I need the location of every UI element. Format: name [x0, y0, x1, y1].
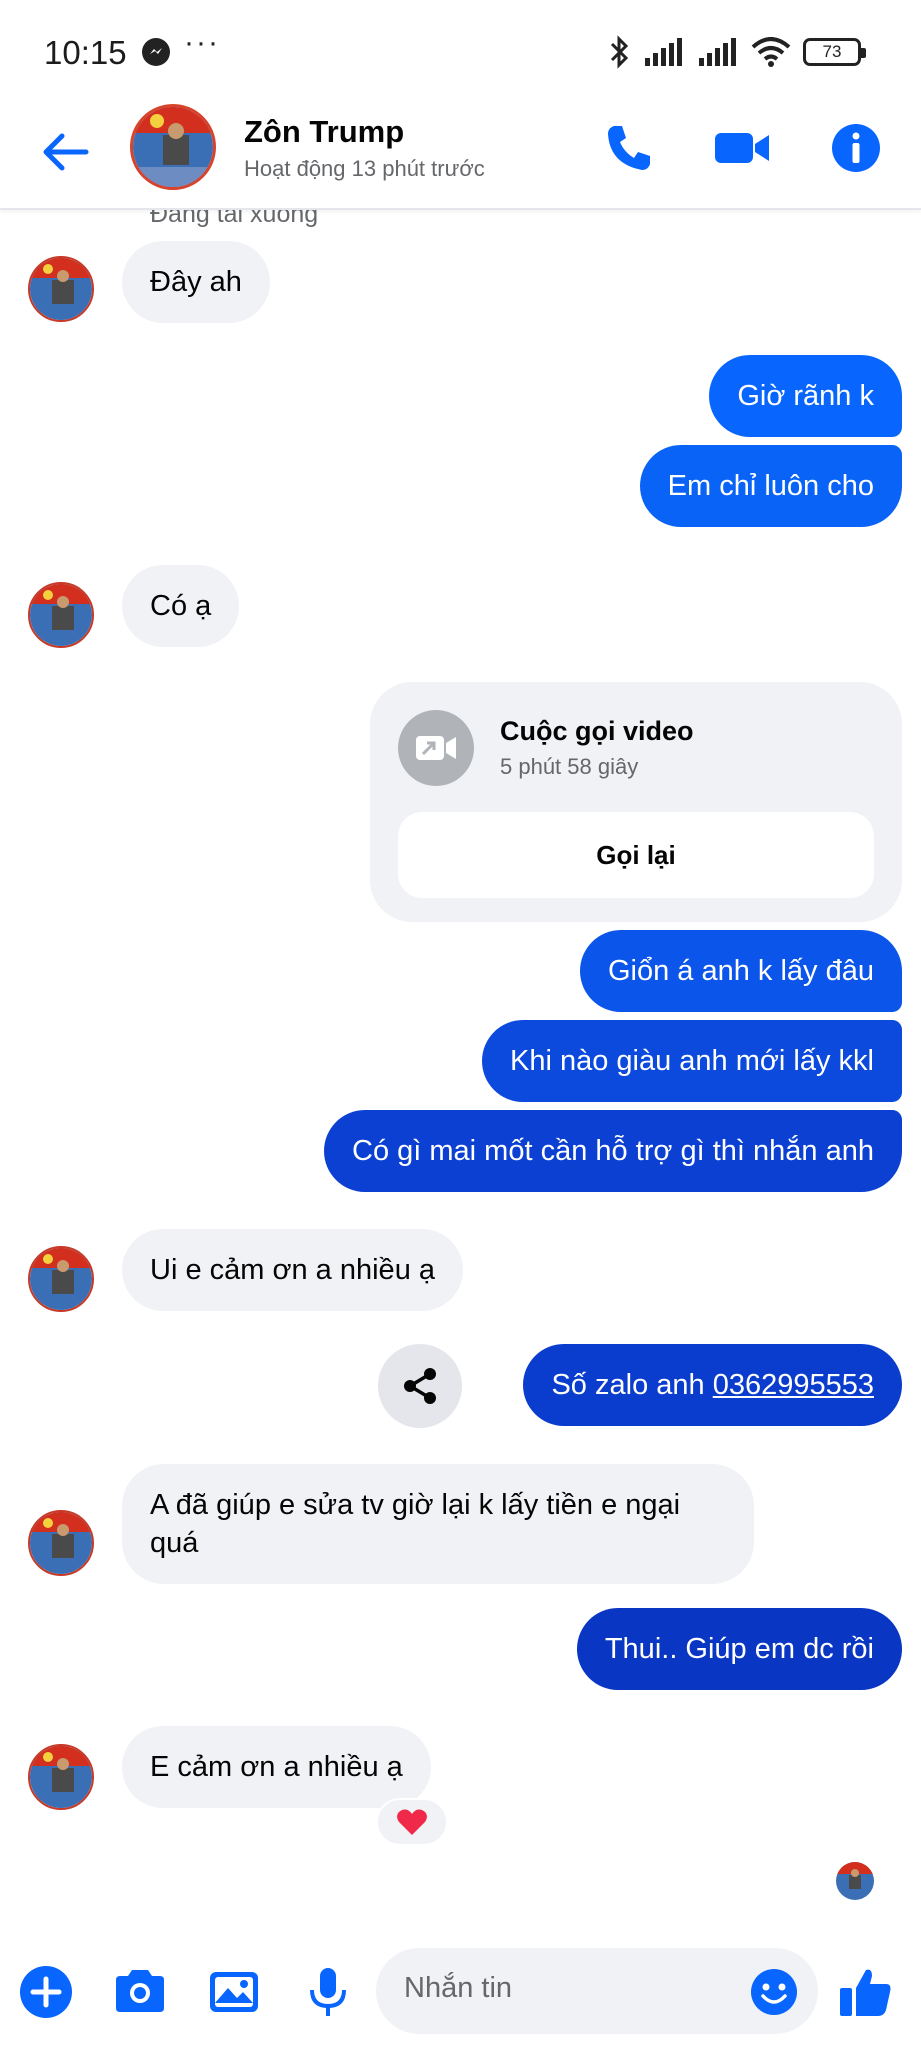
bluetooth-icon — [610, 35, 629, 69]
more-notifications-icon: ··· — [184, 26, 220, 59]
call-title: Cuộc gọi video — [500, 716, 694, 746]
battery-level: 73 — [822, 42, 842, 61]
arrow-left-icon — [43, 133, 89, 171]
status-bar: 10:15 ··· 73 — [0, 0, 921, 100]
message-text: Số zalo anh — [551, 1369, 713, 1401]
loading-note: Đang tải xuống — [150, 210, 319, 228]
outgoing-message[interactable]: Có gì mai mốt cần hỗ trợ gì thì nhắn anh — [324, 1110, 902, 1192]
call-back-button[interactable]: Gọi lại — [398, 812, 874, 898]
voice-message-button[interactable] — [298, 1962, 358, 2022]
plus-circle-icon — [20, 1966, 72, 2018]
outgoing-message[interactable]: Em chỉ luôn cho — [639, 445, 902, 527]
thumbs-up-icon — [840, 1969, 891, 2016]
sender-avatar[interactable] — [28, 1246, 94, 1312]
back-button[interactable] — [38, 124, 94, 180]
gallery-button[interactable] — [204, 1962, 264, 2022]
sender-avatar[interactable] — [28, 582, 94, 648]
wifi-icon — [751, 37, 791, 67]
signal-icon — [645, 38, 682, 66]
signal-icon-2 — [699, 38, 736, 66]
phone-icon — [608, 126, 650, 170]
share-button[interactable] — [378, 1344, 462, 1428]
sender-avatar[interactable] — [28, 256, 94, 322]
message-input-placeholder: Nhắn tin — [404, 1972, 513, 2004]
incoming-message[interactable]: A đã giúp e sửa tv giờ lại k lấy tiền e … — [122, 1464, 754, 1584]
heart-icon — [397, 1809, 427, 1835]
message-input[interactable]: Nhắn tin — [376, 1948, 818, 2034]
incoming-message[interactable]: Có ạ — [122, 565, 240, 647]
contact-avatar[interactable] — [130, 104, 216, 190]
like-button[interactable] — [836, 1962, 896, 2022]
video-call-icon — [398, 710, 474, 786]
contact-active-status: Hoạt động 13 phút trước — [244, 156, 485, 181]
emoji-button[interactable] — [748, 1966, 800, 2018]
messenger-notification-icon — [142, 38, 170, 66]
sender-avatar[interactable] — [28, 1744, 94, 1810]
video-call-card: Cuộc gọi video 5 phút 58 giây Gọi lại — [370, 682, 902, 922]
camera-icon — [116, 1970, 164, 2012]
info-icon — [832, 124, 880, 172]
status-time: 10:15 — [44, 34, 127, 71]
camera-button[interactable] — [110, 1962, 170, 2022]
incoming-message[interactable]: Ui e cảm ơn a nhiều ạ — [122, 1229, 464, 1311]
microphone-icon — [310, 1968, 346, 2016]
call-duration: 5 phút 58 giây — [500, 754, 639, 779]
incoming-message[interactable]: E cảm ơn a nhiều ạ — [122, 1726, 431, 1808]
share-icon — [404, 1368, 436, 1404]
chat-header: Zôn Trump Hoạt động 13 phút trước — [0, 100, 921, 210]
message-composer: Nhắn tin — [0, 1940, 921, 2048]
message-list[interactable]: Đang tải xuống Đây ah Giờ rãnh k Em chỉ … — [0, 210, 921, 1940]
phone-number-link[interactable]: 0362995553 — [713, 1369, 874, 1401]
outgoing-message[interactable]: Khi nào giàu anh mới lấy kkl — [482, 1020, 902, 1102]
seen-indicator-avatar — [836, 1862, 874, 1900]
incoming-message[interactable]: Đây ah — [122, 241, 270, 323]
sender-avatar[interactable] — [28, 1510, 94, 1576]
image-icon — [210, 1972, 258, 2012]
outgoing-message[interactable]: Giờ rãnh k — [709, 355, 902, 437]
battery-icon: 73 — [803, 38, 866, 66]
video-call-button[interactable] — [712, 118, 772, 178]
message-reaction[interactable] — [376, 1798, 448, 1846]
contact-name[interactable]: Zôn Trump — [244, 114, 404, 150]
info-button[interactable] — [826, 118, 886, 178]
add-button[interactable] — [16, 1962, 76, 2022]
outgoing-message[interactable]: Giổn á anh k lấy đâu — [579, 930, 902, 1012]
video-camera-icon — [715, 133, 769, 163]
smiley-icon — [751, 1969, 797, 2015]
outgoing-message[interactable]: Số zalo anh 0362995553 — [523, 1344, 902, 1426]
outgoing-message[interactable]: Thui.. Giúp em dc rồi — [576, 1608, 902, 1690]
voice-call-button[interactable] — [600, 118, 660, 178]
